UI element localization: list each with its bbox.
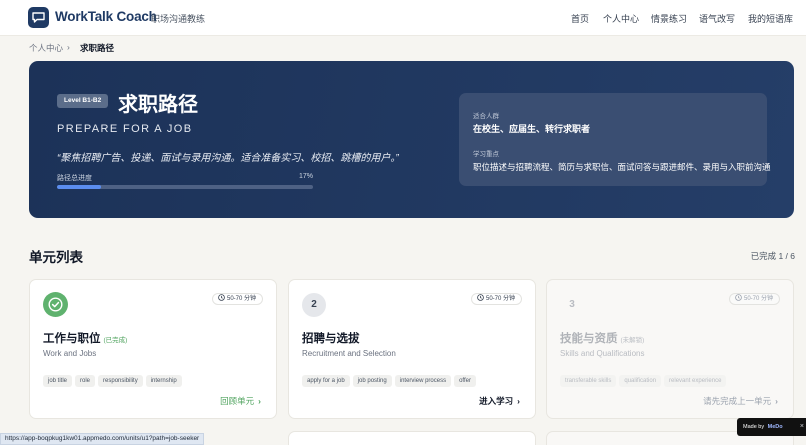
close-icon[interactable]: ×	[800, 418, 804, 436]
unit-title: 工作与职位 (已完成)	[43, 330, 127, 346]
unit-tag: responsibility	[98, 375, 143, 387]
progress-label: 路径总进度	[57, 175, 92, 182]
unit-title-en: Work and Jobs	[43, 349, 97, 358]
chevron-right-icon: ›	[775, 396, 778, 406]
clock-icon	[218, 294, 225, 301]
unit-status: (已完成)	[103, 337, 128, 344]
unit-tag: apply for a job	[302, 375, 350, 387]
focus-label: 学习重点	[473, 151, 499, 158]
completed-check-icon	[43, 292, 68, 317]
start-learning-label: 进入学习	[479, 396, 514, 406]
breadcrumb-separator-icon: ›	[67, 42, 70, 52]
unit-title: 招聘与选拔	[302, 333, 360, 345]
locked-unit-hint: 请先完成上一单元 ›	[703, 395, 778, 407]
unit-card-3: 3 50-70 分钟 技能与资质 (未解锁) Skills and Qualifi…	[546, 279, 794, 419]
unit-number: 3	[569, 299, 575, 310]
brand-subtitle: 职场沟通教练	[151, 14, 206, 24]
nav-home[interactable]: 首页	[571, 12, 589, 25]
unit-tag: job title	[43, 375, 73, 387]
unit-tags: apply for a job job posting interview proc…	[302, 369, 479, 387]
focus-value: 职位描述与招聘流程、简历与求职信、面试问答与跟进邮件、录用与入职前沟通	[473, 162, 771, 172]
progress-bar-fill	[57, 185, 101, 189]
units-completed-count: 已完成 1 / 6	[750, 251, 795, 261]
unit-title-en: Recruitment and Selection	[302, 349, 396, 358]
unit-duration-text: 50-70 分钟	[743, 296, 773, 302]
unit-tag: offer	[454, 375, 476, 387]
unit-title-text: 工作与职位	[43, 333, 101, 345]
progress-percent: 17%	[298, 173, 313, 180]
unit-status: (未解锁)	[620, 337, 645, 344]
unit-title-en: Skills and Qualifications	[560, 349, 645, 358]
unit-tag: role	[75, 375, 96, 387]
unit-duration-badge: 50-70 分钟	[211, 293, 263, 305]
unit-card-1[interactable]: 50-70 分钟 工作与职位 (已完成) Work and Jobs job ti…	[29, 279, 277, 419]
start-learning-button[interactable]: 进入学习 ›	[479, 395, 520, 407]
unit-title: 技能与资质 (未解锁)	[560, 330, 644, 346]
review-unit-label: 回顾单元	[220, 396, 255, 406]
units-section-title: 单元列表	[29, 250, 83, 265]
level-badge: Level B1-B2	[57, 94, 109, 108]
nav-profile[interactable]: 个人中心	[603, 12, 639, 25]
unit-card-5[interactable]	[288, 431, 536, 445]
unit-title-text: 技能与资质	[560, 333, 618, 345]
nav-tone-rewrite[interactable]: 语气改写	[699, 12, 735, 25]
medo-logo: MeDo	[767, 424, 783, 430]
unit-duration-badge: 50-70 分钟	[728, 293, 780, 305]
link-url-status: https://app-boqpkug1kw01.appmedo.com/uni…	[0, 433, 205, 445]
chevron-right-icon: ›	[258, 396, 261, 406]
unit-tag: internship	[145, 375, 182, 387]
nav-scenario-practice[interactable]: 情景练习	[651, 12, 687, 25]
top-nav-bar: WorkTalk Coach 职场沟通教练 首页 个人中心 情景练习 语气改写 …	[0, 0, 806, 36]
unit-duration-badge: 50-70 分钟	[470, 293, 522, 305]
made-by-text: Made by	[743, 424, 765, 430]
review-unit-button[interactable]: 回顾单元 ›	[220, 395, 261, 407]
path-hero-banner: Level B1-B2 求职路径 PREPARE FOR A JOB “聚焦招聘…	[29, 61, 794, 218]
breadcrumb-current: 求职路径	[80, 43, 115, 53]
progress-bar	[57, 185, 313, 189]
path-description: “聚焦招聘广告、投递、面试与录用沟通。适合准备实习、校招、跳槽的用户。”	[57, 153, 399, 164]
brand-name[interactable]: WorkTalk Coach	[55, 9, 157, 24]
made-by-badge[interactable]: Made by MeDo ×	[737, 418, 806, 436]
nav-phrase-library[interactable]: 我的短语库	[748, 12, 793, 25]
clock-icon	[477, 294, 484, 301]
path-title: 求职路径	[118, 94, 198, 116]
unit-tags: job title role responsibility internship	[43, 369, 185, 387]
unit-duration-text: 50-70 分钟	[485, 296, 515, 302]
audience-label: 适合人群	[473, 113, 499, 120]
unit-tag: relevant experience	[664, 375, 727, 387]
unit-tag: job posting	[352, 375, 392, 387]
unit-number: 2	[302, 293, 326, 317]
audience-value: 在校生、应届生、转行求职者	[473, 124, 591, 134]
logo-icon[interactable]	[28, 7, 49, 28]
unit-tag: qualification	[619, 375, 662, 387]
locked-unit-label: 请先完成上一单元	[703, 396, 772, 406]
unit-tag: transferable skills	[560, 375, 617, 387]
chevron-right-icon: ›	[517, 396, 520, 406]
breadcrumb-parent[interactable]: 个人中心	[29, 42, 63, 54]
path-subtitle-en: PREPARE FOR A JOB	[57, 123, 193, 135]
unit-tag: interview process	[394, 375, 452, 387]
path-info-panel: 适合人群 在校生、应届生、转行求职者 学习重点 职位描述与招聘流程、简历与求职信…	[459, 93, 771, 186]
clock-icon	[735, 294, 742, 301]
unit-card-2[interactable]: 2 50-70 分钟 招聘与选拔 Recruitment and Selecti…	[288, 279, 536, 419]
unit-tags: transferable skills qualification relevant…	[560, 369, 729, 387]
unit-duration-text: 50-70 分钟	[226, 296, 256, 302]
